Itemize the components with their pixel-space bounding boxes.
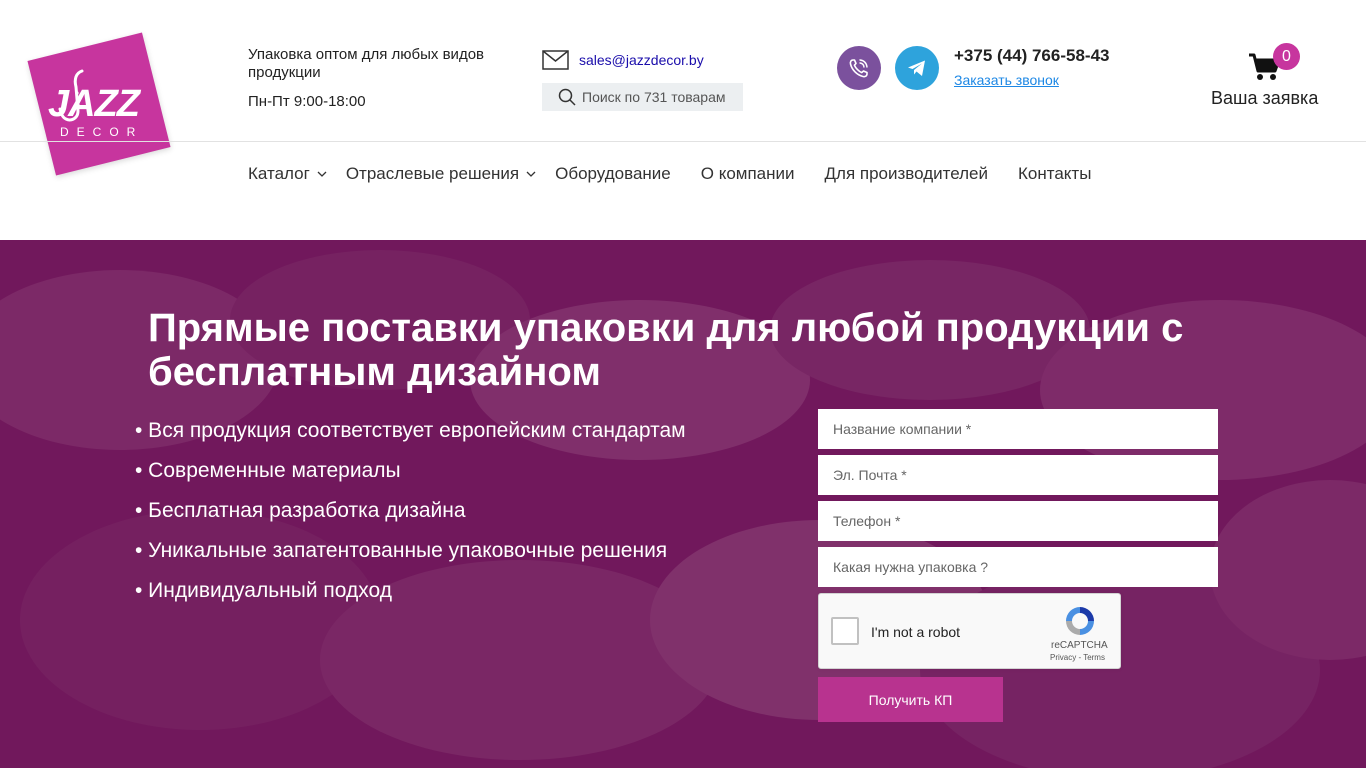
nav-item-catalog[interactable]: Каталог	[248, 164, 328, 184]
viber-icon	[849, 59, 868, 78]
email-contact: sales@jazzdecor.by	[542, 50, 704, 70]
telegram-icon	[908, 60, 925, 76]
benefits-list: • Вся продукция соответствует европейски…	[135, 418, 686, 618]
get-quote-button[interactable]: Получить КП	[818, 677, 1003, 722]
chevron-down-icon	[526, 171, 536, 177]
cart-label[interactable]: Ваша заявка	[1211, 88, 1318, 109]
email-field[interactable]	[818, 455, 1218, 495]
site-header: JAZZ DECOR Упаковка оптом для любых видо…	[0, 0, 1366, 240]
nav-item-about[interactable]: О компании	[701, 164, 795, 184]
logo-text: JAZZ	[48, 83, 140, 125]
main-nav: Каталог Отраслевые решения Оборудование …	[248, 164, 1121, 184]
phone-field[interactable]	[818, 501, 1218, 541]
phone-number[interactable]: +375 (44) 766-58-43	[954, 46, 1109, 66]
nav-item-industry-solutions[interactable]: Отраслевые решения	[346, 164, 537, 184]
recaptcha-checkbox[interactable]	[831, 617, 859, 645]
nav-item-label: Оборудование	[555, 164, 671, 183]
benefit-item: • Бесплатная разработка дизайна	[135, 499, 466, 522]
nav-item-label: Для производителей	[824, 164, 988, 183]
benefit-item: • Современные материалы	[135, 459, 401, 482]
nav-item-label: Отраслевые решения	[345, 164, 520, 183]
quote-request-form	[818, 409, 1218, 593]
request-callback-link[interactable]: Заказать звонок	[954, 72, 1059, 88]
benefit-item: • Индивидуальный подход	[135, 579, 392, 602]
logo-subtext: DECOR	[60, 125, 144, 139]
hero-title: Прямые поставки упаковки для любой проду…	[148, 306, 1184, 394]
recaptcha-terms-link[interactable]: Privacy - Terms	[1050, 653, 1105, 662]
email-link[interactable]: sales@jazzdecor.by	[579, 52, 704, 68]
nav-item-contacts[interactable]: Контакты	[1018, 164, 1091, 184]
header-divider	[0, 141, 1366, 142]
recaptcha-brand: reCAPTCHA	[1051, 640, 1108, 651]
envelope-icon	[542, 50, 569, 70]
jazz-decor-logo[interactable]: JAZZ DECOR	[27, 32, 180, 185]
working-hours: Пн-Пт 9:00-18:00	[248, 93, 366, 110]
nav-item-for-manufacturers[interactable]: Для производителей	[825, 164, 988, 184]
nav-item-label: Каталог	[248, 164, 310, 183]
benefit-item: • Вся продукция соответствует европейски…	[135, 419, 686, 442]
recaptcha-label: I'm not a robot	[871, 624, 961, 640]
page: JAZZ DECOR Упаковка оптом для любых видо…	[0, 0, 1366, 768]
search-input[interactable]	[582, 89, 732, 105]
recaptcha-logo-icon	[1066, 607, 1094, 635]
search-icon[interactable]	[558, 88, 576, 106]
hero-section: Прямые поставки упаковки для любой проду…	[0, 240, 1366, 768]
telegram-button[interactable]	[895, 46, 939, 90]
viber-button[interactable]	[837, 46, 881, 90]
nav-item-label: О компании	[700, 164, 795, 183]
company-name-field[interactable]	[818, 409, 1218, 449]
nav-item-equipment[interactable]: Оборудование	[555, 164, 671, 184]
recaptcha-widget: I'm not a robot reCAPTCHA Privacy - Term…	[818, 593, 1121, 669]
packaging-type-field[interactable]	[818, 547, 1218, 587]
header-tagline: Упаковка оптом для любых видов продукции	[248, 46, 485, 81]
cart-count-badge: 0	[1273, 43, 1300, 70]
chevron-down-icon	[317, 171, 327, 177]
search-bar	[542, 83, 743, 111]
benefit-item: • Уникальные запатентованные упаковочные…	[135, 539, 668, 562]
nav-item-label: Контакты	[1017, 164, 1092, 183]
